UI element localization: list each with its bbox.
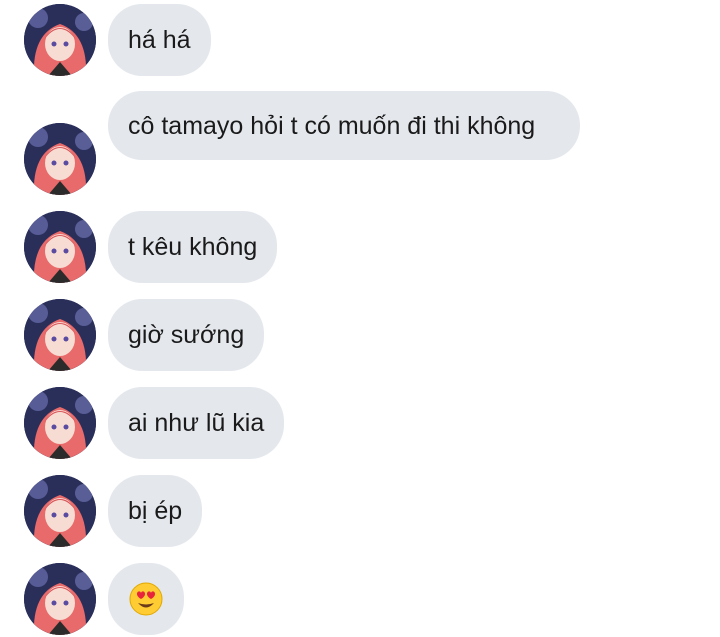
avatar-image bbox=[24, 211, 96, 283]
avatar[interactable] bbox=[24, 563, 96, 635]
avatar-image bbox=[24, 4, 96, 76]
heart-eyes-emoji-icon bbox=[128, 581, 164, 617]
avatar-image bbox=[24, 299, 96, 371]
avatar[interactable] bbox=[24, 387, 96, 459]
message-text: bị ép bbox=[128, 497, 183, 525]
avatar[interactable] bbox=[24, 211, 96, 283]
avatar-image bbox=[24, 387, 96, 459]
message-bubble[interactable]: giờ sướng bbox=[108, 299, 265, 371]
message-bubble[interactable]: há há bbox=[108, 4, 211, 76]
avatar-image bbox=[24, 475, 96, 547]
avatar-image bbox=[24, 563, 96, 635]
message-bubble[interactable] bbox=[108, 563, 184, 635]
message-bubble[interactable]: cô tamayo hỏi t có muốn đi thi không bbox=[108, 91, 580, 160]
avatar[interactable] bbox=[24, 4, 96, 76]
chat-thread: há há cô tamayo hỏi t có muốn đi thi khô… bbox=[0, 0, 720, 637]
avatar-image bbox=[24, 123, 96, 195]
avatar[interactable] bbox=[24, 475, 96, 547]
avatar[interactable] bbox=[24, 299, 96, 371]
message-text: ai như lũ kia bbox=[128, 409, 265, 437]
message-bubble[interactable]: t kêu không bbox=[108, 211, 278, 283]
message-bubble[interactable]: ai như lũ kia bbox=[108, 387, 285, 459]
message-text: giờ sướng bbox=[128, 321, 245, 349]
message-bubble[interactable]: bị ép bbox=[108, 475, 203, 547]
avatar[interactable] bbox=[24, 123, 96, 195]
message-text: t kêu không bbox=[128, 233, 258, 261]
message-text: há há bbox=[128, 26, 191, 54]
message-text: cô tamayo hỏi t có muốn đi thi không bbox=[128, 112, 536, 140]
